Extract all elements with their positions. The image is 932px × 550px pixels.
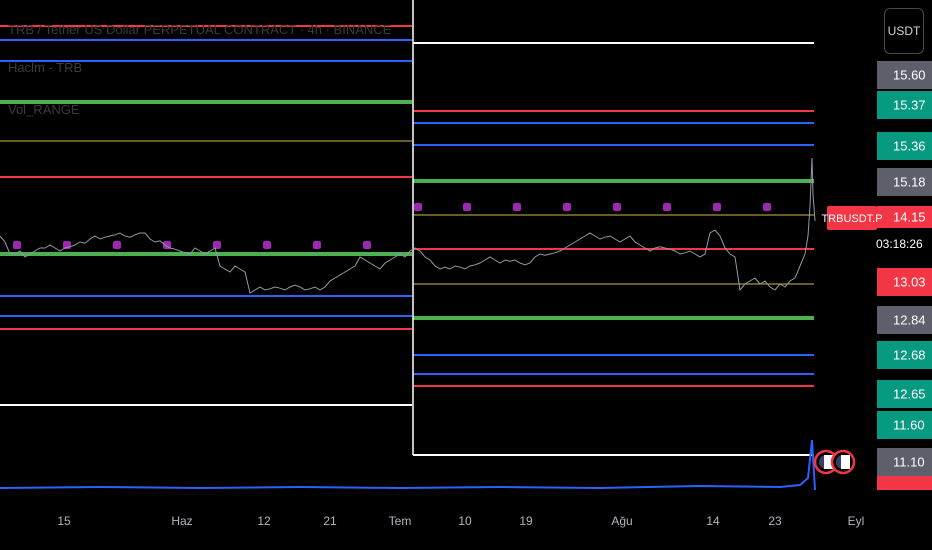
x-tick-label: Ağu bbox=[611, 514, 632, 528]
price-badge-label: 12.68 bbox=[893, 348, 926, 363]
price-badge-partial bbox=[877, 476, 932, 490]
price-badge-label: 15.18 bbox=[893, 175, 926, 190]
flag-stripes-1 bbox=[841, 455, 850, 469]
marker-right-4 bbox=[613, 203, 621, 211]
price-badge-label: 11.10 bbox=[893, 455, 925, 470]
marker-left-0 bbox=[13, 241, 21, 249]
x-tick-label: 12 bbox=[257, 514, 271, 528]
marker-right-7 bbox=[763, 203, 771, 211]
x-tick-label: Haz bbox=[171, 514, 192, 528]
marker-left-7 bbox=[363, 241, 371, 249]
price-badge-label: 12.84 bbox=[893, 313, 926, 328]
price-badge-label: 12.65 bbox=[893, 387, 926, 402]
marker-right-3 bbox=[563, 203, 571, 211]
marker-left-5 bbox=[263, 241, 271, 249]
marker-left-6 bbox=[313, 241, 321, 249]
x-tick-label: Eyl bbox=[848, 514, 865, 528]
x-tick-label: 23 bbox=[768, 514, 782, 528]
currency-button[interactable]: USDT bbox=[884, 8, 924, 54]
x-tick-label: 19 bbox=[519, 514, 533, 528]
marker-left-4 bbox=[213, 241, 221, 249]
price-badge-label: 15.37 bbox=[893, 98, 926, 113]
x-tick-label: Tem bbox=[389, 514, 412, 528]
countdown-label: 03:18:26 bbox=[876, 237, 923, 251]
price-badge-label: 15.60 bbox=[893, 68, 926, 83]
price-badge-label: 15.36 bbox=[893, 139, 926, 154]
marker-right-2 bbox=[513, 203, 521, 211]
price-badge-label: 14.15 bbox=[893, 210, 926, 225]
legend-indicator-1: Haclm - TRB bbox=[8, 60, 83, 75]
marker-right-6 bbox=[713, 203, 721, 211]
x-tick-label: 14 bbox=[706, 514, 720, 528]
flag-icons bbox=[813, 449, 856, 475]
price-badge-label: 11.60 bbox=[893, 418, 925, 433]
legend-indicator-2: Vol_RANGE bbox=[8, 102, 80, 117]
marker-left-2 bbox=[113, 241, 121, 249]
x-tick-label: 15 bbox=[57, 514, 71, 528]
chart-background bbox=[0, 0, 932, 550]
marker-right-0 bbox=[414, 203, 422, 211]
price-chart[interactable]: 15 Haz 12 21 Tem 10 19 Ağu 14 23 Eyl 15.60 15.37 15.… bbox=[0, 0, 932, 550]
marker-right-1 bbox=[463, 203, 471, 211]
marker-right-5 bbox=[663, 203, 671, 211]
x-tick-label: 10 bbox=[458, 514, 472, 528]
symbol-label: TRBUSDT.P bbox=[821, 213, 882, 225]
price-badge-label: 13.03 bbox=[893, 275, 926, 290]
x-tick-label: 21 bbox=[323, 514, 337, 528]
legend-symbol: TRB / Tether US Dollar PERPETUAL CONTRAC… bbox=[8, 22, 392, 37]
